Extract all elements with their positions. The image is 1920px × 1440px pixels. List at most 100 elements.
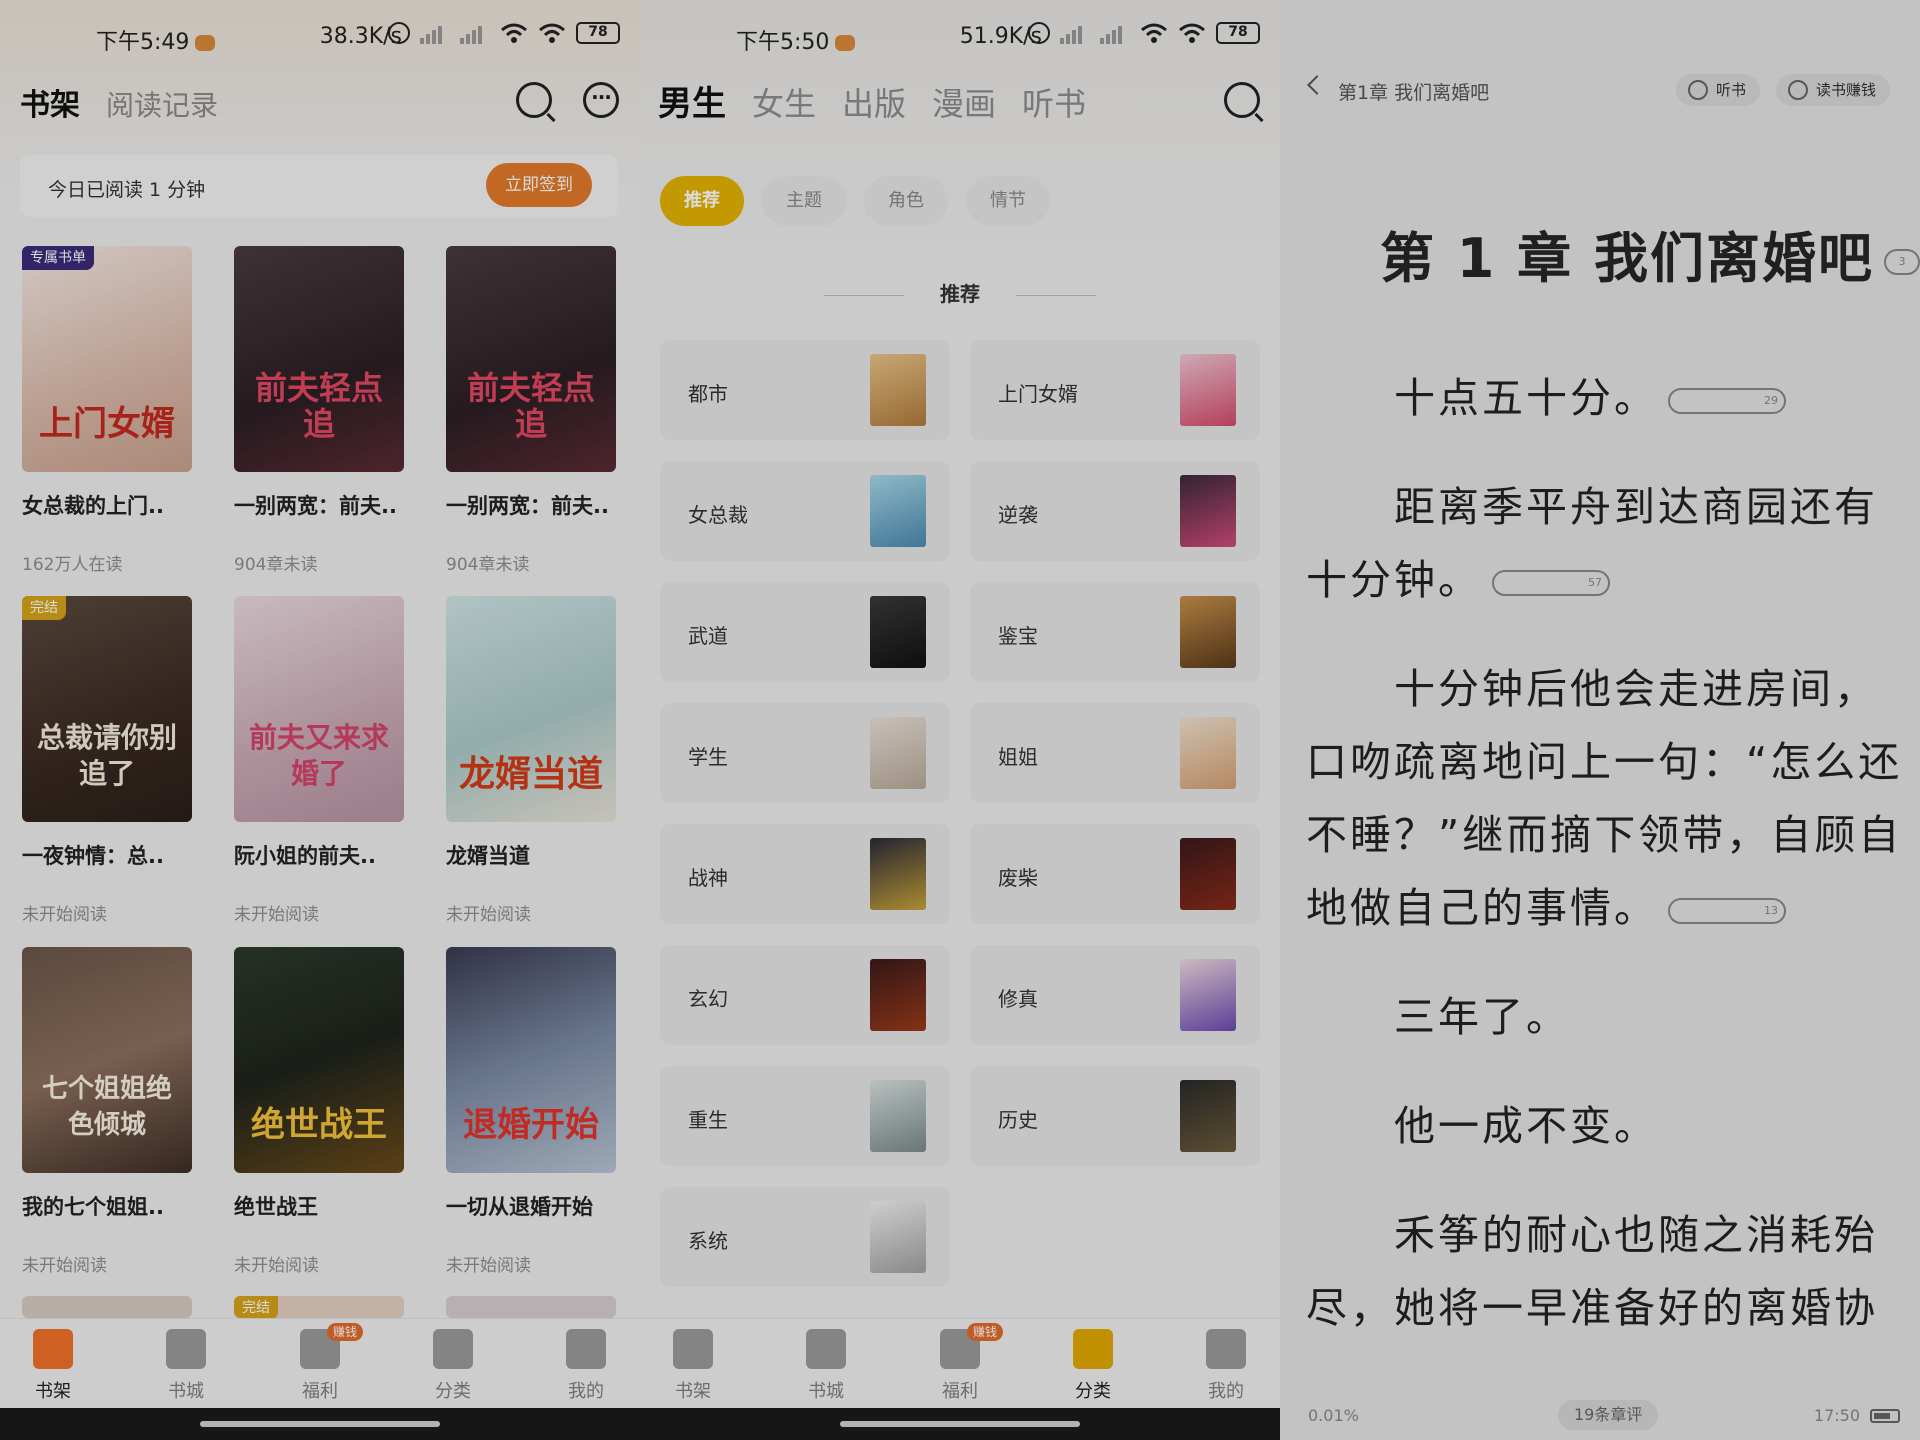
bottom-nav: 书架 书城 赚钱 福利 分类 我的 bbox=[640, 1318, 1280, 1408]
chip-plot[interactable]: 情节 bbox=[966, 176, 1050, 226]
category-name: 修真 bbox=[998, 987, 1038, 1011]
category-cover bbox=[1180, 838, 1236, 910]
paragraph: 十分钟后他会走进房间，口吻疏离地问上一句：“怎么还不睡？”继而摘下领带，自顾自地… bbox=[1306, 665, 1903, 932]
section-heading: 推荐 bbox=[640, 278, 1280, 307]
book-card[interactable]: 专属书单 上门女婿 女总裁的上门.. 162万人在读 bbox=[22, 246, 194, 575]
category-name: 学生 bbox=[688, 745, 728, 769]
category-card[interactable]: 修真 bbox=[970, 945, 1260, 1045]
book-badge: 专属书单 bbox=[22, 246, 94, 270]
cover-title: 龙婿当道 bbox=[458, 753, 603, 795]
nav-label: 书城 bbox=[808, 1381, 844, 1402]
tab-male[interactable]: 男生 bbox=[656, 76, 726, 125]
earn-button[interactable]: 读书赚钱 bbox=[1776, 74, 1891, 106]
category-card[interactable]: 废柴 bbox=[970, 824, 1260, 924]
book-status: 162万人在读 bbox=[22, 555, 123, 575]
book-card[interactable]: 完结 bbox=[234, 1296, 406, 1318]
cover-title: 总裁请你别追了 bbox=[36, 721, 177, 790]
category-card[interactable]: 历史 bbox=[970, 1066, 1260, 1166]
cover-title: 七个姐姐绝色倾城 bbox=[41, 1074, 172, 1140]
book-title: 女总裁的上门.. bbox=[22, 494, 164, 518]
nav-profile[interactable]: 我的 bbox=[541, 1329, 631, 1403]
book-card[interactable]: 前夫轻点追 一别两宽：前夫.. 904章未读 bbox=[446, 246, 618, 575]
home-indicator[interactable] bbox=[200, 1421, 440, 1427]
nav-bookshelf[interactable]: 书架 bbox=[8, 1329, 98, 1403]
book-badge: 完结 bbox=[22, 596, 66, 620]
category-card[interactable]: 系统 bbox=[660, 1187, 950, 1287]
book-cover: 前夫又来求婚了 bbox=[234, 596, 404, 822]
battery-icon: 78 bbox=[1216, 22, 1260, 44]
chip-recommend[interactable]: 推荐 bbox=[660, 176, 744, 226]
category-card[interactable]: 上门女婿 bbox=[970, 340, 1260, 440]
category-cover bbox=[1180, 475, 1236, 547]
home-indicator[interactable] bbox=[840, 1421, 1080, 1427]
cover-title: 前夫轻点追 bbox=[254, 369, 383, 443]
comment-bubble-icon[interactable]: 57 bbox=[1492, 570, 1610, 596]
chip-role[interactable]: 角色 bbox=[864, 176, 948, 226]
more-icon[interactable]: ··· bbox=[583, 82, 619, 118]
nav-welfare[interactable]: 赚钱 福利 bbox=[275, 1323, 365, 1403]
tab-publish[interactable]: 出版 bbox=[842, 79, 906, 125]
nav-welfare[interactable]: 赚钱 福利 bbox=[915, 1323, 1005, 1403]
reader-header: 第1章 我们离婚吧 听书 读书赚钱 bbox=[1280, 70, 1920, 114]
category-cover bbox=[870, 354, 926, 426]
category-card[interactable]: 重生 bbox=[660, 1066, 950, 1166]
category-card[interactable]: 都市 bbox=[660, 340, 950, 440]
book-cover bbox=[22, 1296, 192, 1318]
signin-button[interactable]: 立即签到 bbox=[486, 163, 592, 207]
nav-label: 书架 bbox=[675, 1381, 711, 1402]
category-cover bbox=[870, 475, 926, 547]
comment-bubble-icon[interactable]: 29 bbox=[1668, 388, 1786, 414]
book-card[interactable]: 前夫轻点追 一别两宽：前夫.. 904章未读 bbox=[234, 246, 406, 575]
book-cover: 前夫轻点追 bbox=[234, 246, 404, 472]
nav-bookstore[interactable]: 书城 bbox=[781, 1329, 871, 1403]
back-icon[interactable] bbox=[1307, 75, 1327, 95]
category-name: 历史 bbox=[998, 1108, 1038, 1132]
reader-footer: 0.01% 19条章评 17:50 bbox=[1280, 1400, 1920, 1440]
chapter-comments-button[interactable]: 19条章评 bbox=[1558, 1400, 1659, 1430]
listen-button[interactable]: 听书 bbox=[1676, 74, 1761, 106]
daily-signin-bar: 今日已阅读 1 分钟 立即签到 bbox=[20, 155, 618, 217]
category-name: 玄幻 bbox=[688, 987, 728, 1011]
search-icon[interactable] bbox=[1224, 82, 1260, 118]
tab-bookshelf[interactable]: 书架 bbox=[18, 80, 80, 124]
category-card[interactable]: 玄幻 bbox=[660, 945, 950, 1045]
search-icon[interactable] bbox=[516, 82, 552, 118]
book-card[interactable] bbox=[22, 1296, 194, 1318]
tab-audiobook[interactable]: 听书 bbox=[1022, 79, 1086, 125]
book-card[interactable]: 完结 总裁请你别追了 一夜钟情：总.. 未开始阅读 bbox=[22, 596, 194, 925]
book-status: 未开始阅读 bbox=[234, 1256, 319, 1276]
book-card[interactable]: 退婚开始 一切从退婚开始 未开始阅读 bbox=[446, 947, 618, 1276]
nav-bookshelf[interactable]: 书架 bbox=[648, 1329, 738, 1403]
nav-category[interactable]: 分类 bbox=[1048, 1329, 1138, 1403]
book-card[interactable]: 绝世战王 绝世战王 未开始阅读 bbox=[234, 947, 406, 1276]
comment-bubble-icon[interactable]: 13 bbox=[1668, 898, 1786, 924]
earn-tag: 赚钱 bbox=[967, 1323, 1004, 1341]
category-card[interactable]: 战神 bbox=[660, 824, 950, 924]
bookshelf-screen: 下午5:49 38.3K/s 78 书架 阅读记录 ··· 今日已阅读 1 分钟… bbox=[0, 0, 640, 1440]
category-card[interactable]: 女总裁 bbox=[660, 461, 950, 561]
reading-progress: 0.01% bbox=[1308, 1406, 1359, 1425]
category-card[interactable]: 鉴宝 bbox=[970, 582, 1260, 682]
nav-bookstore[interactable]: 书城 bbox=[141, 1329, 231, 1403]
tab-reading-history[interactable]: 阅读记录 bbox=[106, 84, 218, 124]
tab-female[interactable]: 女生 bbox=[752, 79, 816, 125]
comment-bubble-icon[interactable]: 3 bbox=[1883, 249, 1920, 276]
book-card[interactable]: 前夫又来求婚了 阮小姐的前夫.. 未开始阅读 bbox=[234, 596, 406, 925]
category-card[interactable]: 武道 bbox=[660, 582, 950, 682]
filter-chips: 推荐 主题 角色 情节 bbox=[660, 176, 1050, 226]
category-card[interactable]: 姐姐 bbox=[970, 703, 1260, 803]
chip-theme[interactable]: 主题 bbox=[762, 176, 846, 226]
nav-profile[interactable]: 我的 bbox=[1181, 1329, 1271, 1403]
headphones-icon bbox=[1688, 80, 1708, 100]
category-card[interactable]: 学生 bbox=[660, 703, 950, 803]
screenshot-stage: 下午5:49 38.3K/s 78 书架 阅读记录 ··· 今日已阅读 1 分钟… bbox=[0, 0, 1920, 1440]
category-cover bbox=[870, 1080, 926, 1152]
nav-category[interactable]: 分类 bbox=[408, 1329, 498, 1403]
cover-title: 前夫轻点追 bbox=[466, 369, 595, 443]
book-card[interactable]: 七个姐姐绝色倾城 我的七个姐姐.. 未开始阅读 bbox=[22, 947, 194, 1276]
book-card[interactable]: 龙婿当道 龙婿当道 未开始阅读 bbox=[446, 596, 618, 925]
book-status: 未开始阅读 bbox=[446, 1256, 531, 1276]
category-card[interactable]: 逆袭 bbox=[970, 461, 1260, 561]
tab-comics[interactable]: 漫画 bbox=[932, 79, 996, 125]
book-card[interactable] bbox=[446, 1296, 618, 1318]
